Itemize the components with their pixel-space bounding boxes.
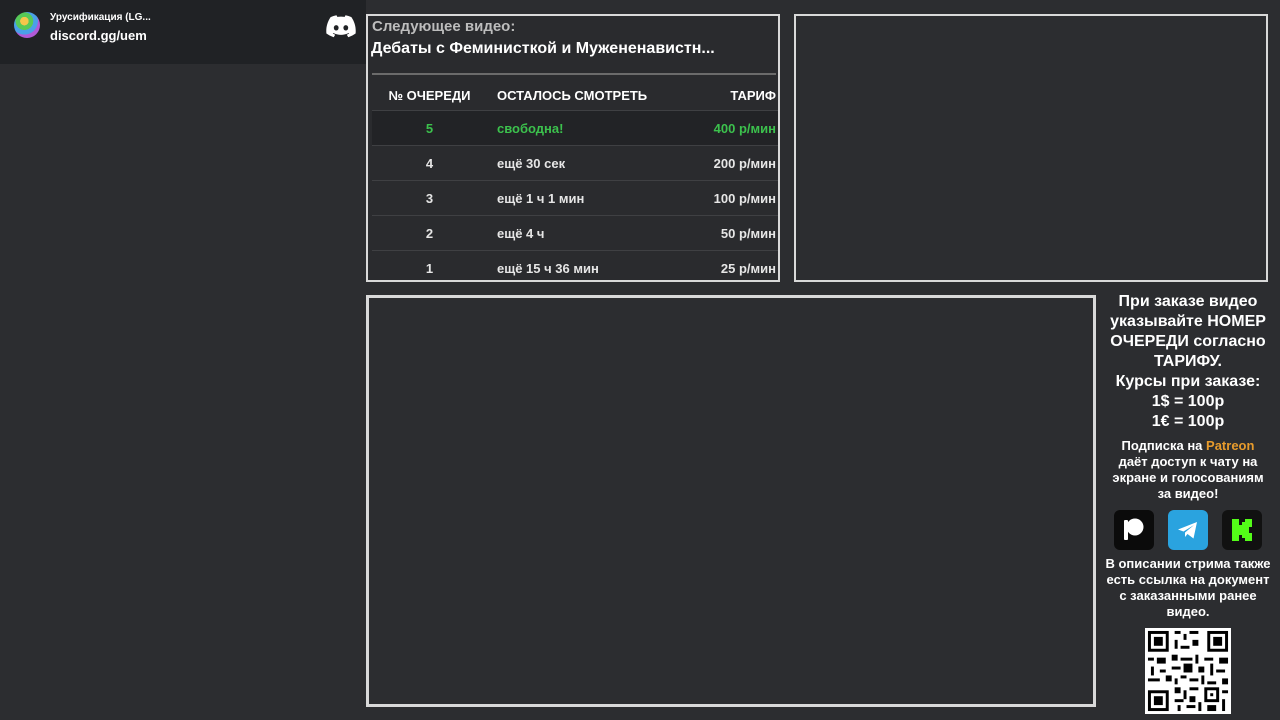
- remaining-time: ещё 4 ч: [487, 215, 687, 251]
- order-line-2: указывайте НОМЕР: [1110, 313, 1266, 330]
- remaining-time: свободна!: [487, 110, 687, 146]
- tariff: 100 р/мин: [687, 180, 778, 216]
- queue-panel: Следующее видео: Дебаты с Феминисткой и …: [366, 14, 780, 285]
- discord-logo-icon: [326, 15, 356, 38]
- header-remaining: ОСТАЛОСЬ СМОТРЕТЬ: [497, 87, 648, 103]
- next-video-title: Дебаты с Феминисткой и Мужененавистн...: [371, 40, 715, 57]
- subscription-line-3: экране и голосованиям: [1112, 470, 1264, 485]
- social-icons: [1100, 510, 1276, 550]
- next-video-label: Следующее видео:: [372, 18, 516, 35]
- header-tariff: ТАРИФ: [730, 87, 776, 103]
- video-frame: [366, 295, 1096, 707]
- telegram-icon[interactable]: [1168, 510, 1208, 550]
- tariff: 25 р/мин: [687, 250, 778, 285]
- queue-number: 5: [372, 110, 487, 146]
- kick-icon[interactable]: [1222, 510, 1262, 550]
- table-row: 5 свободна! 400 р/мин: [372, 110, 778, 146]
- description-line-3: с заказанными ранее: [1119, 588, 1257, 603]
- table-row: 1 ещё 15 ч 36 мин 25 р/мин: [372, 250, 778, 285]
- description-line-1: В описании стрима также: [1105, 556, 1271, 571]
- discord-widget: Урусификация (LG... discord.gg/uem: [0, 0, 366, 64]
- table-header-row: № ОЧЕРЕДИ ОСТАЛОСЬ СМОТРЕТЬ ТАРИФ: [372, 80, 778, 111]
- qr-code-icon[interactable]: [1145, 628, 1231, 714]
- order-line-3: ОЧЕРЕДИ согласно: [1110, 333, 1266, 350]
- rates-title: Курсы при заказе:: [1115, 373, 1261, 390]
- queue-table: № ОЧЕРЕДИ ОСТАЛОСЬ СМОТРЕТЬ ТАРИФ 5 своб…: [372, 80, 778, 285]
- queue-number: 3: [372, 180, 487, 216]
- order-line-1: При заказе видео: [1118, 293, 1258, 310]
- patreon-icon[interactable]: [1114, 510, 1154, 550]
- tariff: 400 р/мин: [687, 110, 778, 146]
- info-panel: При заказе видео указывайте НОМЕР ОЧЕРЕД…: [1100, 292, 1276, 719]
- description-line-4: видео.: [1166, 604, 1210, 619]
- rate-eur: 1€ = 100р: [1151, 413, 1225, 430]
- remaining-time: ещё 1 ч 1 мин: [487, 180, 687, 216]
- order-line-4: ТАРИФУ.: [1154, 353, 1222, 370]
- description-line-2: есть ссылка на документ: [1106, 572, 1270, 587]
- remaining-time: ещё 15 ч 36 мин: [487, 250, 687, 285]
- divider: [372, 73, 776, 75]
- subscription-line-4: за видео!: [1157, 486, 1219, 501]
- tariff: 200 р/мин: [687, 145, 778, 181]
- tariff: 50 р/мин: [687, 215, 778, 251]
- header-queue-number: № ОЧЕРЕДИ: [388, 87, 471, 103]
- table-row: 4 ещё 30 сек 200 р/мин: [372, 145, 778, 181]
- rate-usd: 1$ = 100р: [1151, 393, 1225, 410]
- patreon-link[interactable]: Patreon: [1206, 438, 1254, 453]
- server-avatar: [14, 12, 40, 38]
- remaining-time: ещё 30 сек: [487, 145, 687, 181]
- camera-frame: [794, 14, 1268, 282]
- table-row: 2 ещё 4 ч 50 р/мин: [372, 215, 778, 251]
- table-row: 3 ещё 1 ч 1 мин 100 р/мин: [372, 180, 778, 216]
- subscription-line-1: Подписка на Patreon: [1100, 438, 1276, 454]
- queue-number: 4: [372, 145, 487, 181]
- server-name: Урусификация (LG...: [50, 12, 151, 23]
- subscription-line-2: даёт доступ к чату на: [1118, 454, 1258, 469]
- discord-invite-link[interactable]: discord.gg/uem: [50, 28, 147, 43]
- subscription-prefix: Подписка на: [1121, 438, 1207, 453]
- queue-number: 1: [372, 250, 487, 285]
- queue-number: 2: [372, 215, 487, 251]
